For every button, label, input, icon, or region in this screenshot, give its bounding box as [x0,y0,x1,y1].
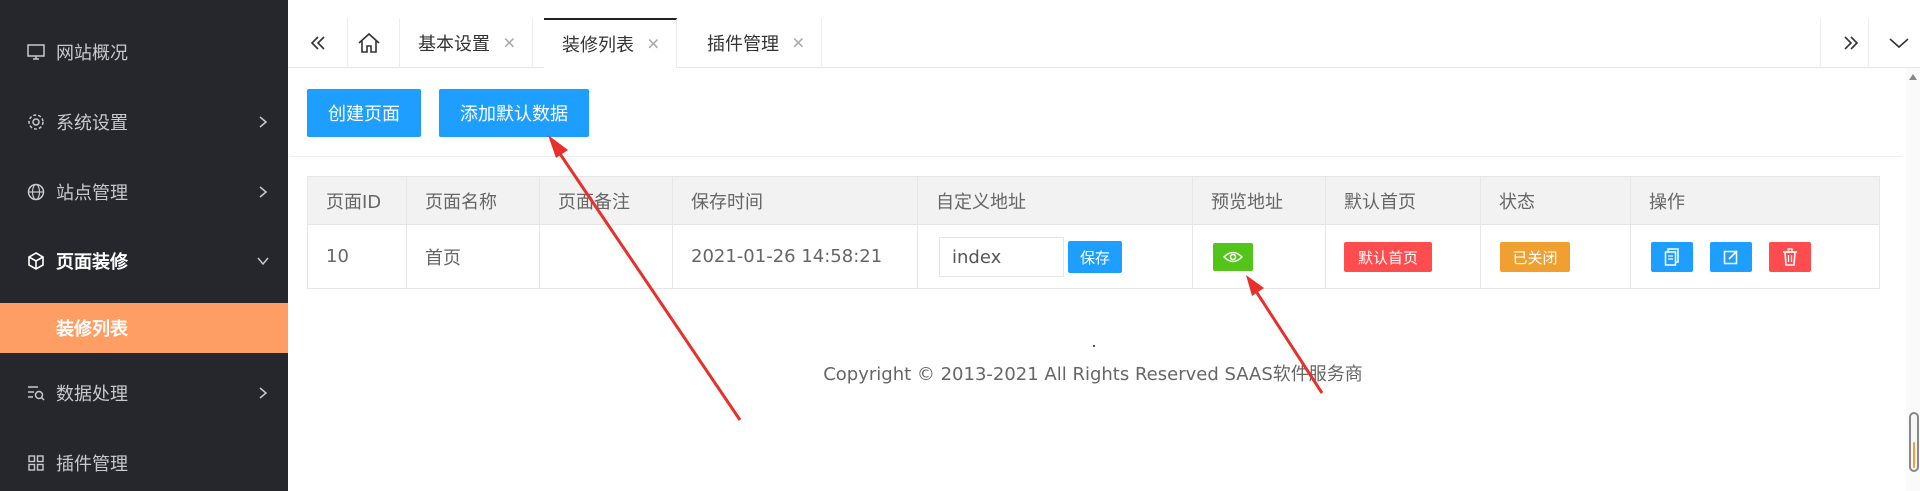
sidebar-subitem-decoration-list[interactable]: 装修列表 [0,303,288,353]
sidebar: 网站概况 系统设置 站点管理 页面装修 装修列表 数据处理 插件管理 [0,0,288,491]
close-icon[interactable]: ✕ [647,35,660,54]
column-header: 页面备注 [540,177,673,224]
eye-icon [1223,251,1243,263]
sidebar-item-site-management[interactable]: 站点管理 [0,157,288,227]
column-header: 预览地址 [1193,177,1326,224]
globe-icon [27,183,45,201]
cell-name: 首页 [407,225,540,288]
copyright-text: Copyright © 2013-2021 All Rights Reserve… [823,364,1363,385]
tab-label: 基本设置 [418,34,490,55]
copy-button[interactable] [1651,242,1693,272]
cell-note [540,225,673,288]
chevron-right-icon [259,387,268,399]
delete-button[interactable] [1769,242,1811,272]
gear-icon [28,114,44,130]
separator-dot [1093,345,1095,347]
trash-icon [1783,248,1797,266]
scrollbar-thumb[interactable] [1909,412,1919,472]
data-search-icon [28,386,45,401]
column-header: 页面ID [308,177,407,224]
sidebar-item-overview[interactable]: 网站概况 [0,17,288,87]
tab-basic-settings[interactable]: 基本设置 ✕ [400,18,533,68]
chevron-right-icon [259,116,268,128]
tabs-menu-button[interactable] [1868,18,1920,68]
copy-icon [1664,248,1679,266]
cube-icon [28,252,44,270]
app-root: 网站概况 系统设置 站点管理 页面装修 装修列表 数据处理 插件管理 基本设置 … [0,0,1920,491]
tab-plugin-management[interactable]: 插件管理 ✕ [689,18,822,68]
column-header: 自定义地址 [918,177,1193,224]
custom-url-input[interactable]: index [939,237,1064,277]
chevron-down-icon [1888,38,1909,49]
tab-home[interactable] [338,18,400,68]
preview-button[interactable] [1213,243,1253,271]
chevron-right-icon [259,186,268,198]
sidebar-item-label: 插件管理 [56,454,128,475]
column-header: 状态 [1481,177,1631,224]
sidebar-item-label: 系统设置 [56,113,128,134]
default-home-button[interactable]: 默认首页 [1344,242,1432,272]
grid-icon [28,455,44,471]
double-chevron-left-icon [310,36,325,50]
monitor-icon [27,44,45,60]
scroll-up-icon[interactable] [1908,72,1918,82]
sidebar-item-plugins[interactable]: 插件管理 [0,428,288,491]
close-icon[interactable]: ✕ [792,34,805,53]
divider [290,156,1902,157]
edit-button[interactable] [1710,242,1752,272]
tab-bar: 基本设置 ✕ 装修列表 ✕ 插件管理 ✕ [288,0,1920,68]
create-page-button[interactable]: 创建页面 [307,89,421,137]
close-icon[interactable]: ✕ [503,34,516,53]
sidebar-item-label: 网站概况 [56,43,128,64]
sidebar-item-page-decoration[interactable]: 页面装修 [0,226,288,296]
double-chevron-right-icon [1843,36,1858,50]
column-header: 页面名称 [407,177,540,224]
sidebar-item-label: 站点管理 [56,183,128,204]
edit-icon [1723,250,1738,265]
column-header: 操作 [1649,191,1685,213]
column-header: 保存时间 [673,177,918,224]
sidebar-item-system-settings[interactable]: 系统设置 [0,87,288,157]
tab-label: 插件管理 [707,34,779,55]
home-icon [357,32,380,53]
status-badge[interactable]: 已关闭 [1500,242,1570,272]
tab-label: 装修列表 [562,35,634,56]
cell-id: 10 [308,225,407,288]
add-default-data-button[interactable]: 添加默认数据 [439,89,589,137]
chevron-down-icon [257,257,269,266]
column-header: 默认首页 [1326,177,1481,224]
table-header: 页面ID 页面名称 页面备注 保存时间 自定义地址 预览地址 默认首页 状态 操… [307,176,1880,225]
cell-saved-at: 2021-01-26 14:58:21 [673,225,918,288]
save-url-button[interactable]: 保存 [1068,241,1122,273]
sidebar-item-label: 页面装修 [56,252,128,273]
sidebar-subitem-label: 装修列表 [56,319,128,340]
tab-decoration-list[interactable]: 装修列表 ✕ [544,18,677,68]
